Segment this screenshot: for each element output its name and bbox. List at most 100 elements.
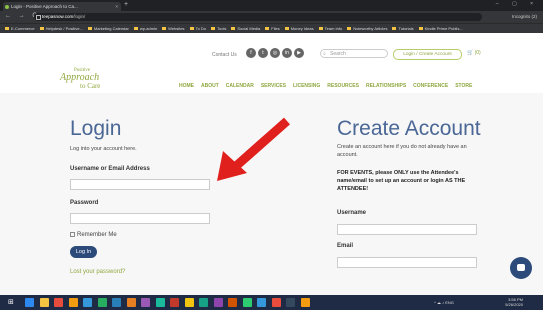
taskbar-app-icon[interactable] [228,298,237,307]
search-placeholder: Search [330,51,346,57]
window-controls[interactable]: – ▢ × [496,1,539,7]
taskbar-app-icon[interactable] [300,298,310,307]
taskbar-app-icon[interactable] [242,298,252,307]
chat-icon [517,264,525,271]
remember-checkbox[interactable] [70,232,75,237]
taskbar-app-icon[interactable] [213,298,223,307]
taskbar-app-icon[interactable] [39,298,49,307]
taskbar-app-icon[interactable] [257,298,266,307]
favicon-icon [5,4,9,9]
login-create-account-button[interactable]: Login / Create Account [393,49,462,60]
nav-item-services[interactable]: SERVICES [261,83,286,89]
taskbar-app-icon[interactable] [97,298,107,307]
search-input[interactable]: ⌕ Search [320,49,388,58]
taskbar-apps [25,298,315,309]
taskbar-app-icon[interactable] [286,298,295,307]
create-account-title: Create Account [337,117,481,140]
nav-item-about[interactable]: ABOUT [201,83,219,89]
create-email-field[interactable] [337,257,477,268]
taskbar-app-icon[interactable] [141,298,150,307]
username-field[interactable] [70,179,210,190]
address-bar-row: ← → C ⌂ teepasnow.com/login/ Incognito (… [0,11,543,23]
taskbar-app-icon[interactable] [112,298,121,307]
facebook-icon[interactable]: f [246,48,256,58]
lock-icon [36,15,41,20]
nav-item-conference[interactable]: CONFERENCE [413,83,448,89]
taskbar-app-icon[interactable] [271,298,281,307]
youtube-icon[interactable]: ▶ [294,48,304,58]
taskbar-app-icon[interactable] [83,298,92,307]
contact-us-link[interactable]: Contact Us [212,52,237,58]
create-username-field[interactable] [337,224,477,235]
browser-tab-bar: Login - Positive Approach to Ca... × + –… [0,0,543,11]
instagram-icon[interactable]: ◎ [270,48,280,58]
bookmark-label: Tools [217,26,227,31]
taskbar-app-icon[interactable] [25,298,34,307]
login-title: Login [70,117,122,140]
bookmark-folder-icon [162,27,167,31]
bookmark-folder-icon [231,27,236,31]
system-clock[interactable]: 3:56 PM 5/26/2020 [505,297,523,307]
username-label: Username or Email Address [70,166,150,172]
bookmark-label: Tutorials [398,26,414,31]
taskbar-app-icon[interactable] [68,298,78,307]
arrow-shaft [232,117,290,171]
bookmark-label: Noteworthy Articles [353,26,388,31]
profile-indicator[interactable]: Incognito (2) [512,13,537,21]
logo-line-3: to Care [80,82,101,90]
bookmark-label: Kindle Prime Publis... [424,26,463,31]
bookmark-folder-icon [5,27,9,31]
taskbar-app-icon[interactable] [126,298,136,307]
bookmark-folder-icon [211,27,216,31]
nav-item-relationships[interactable]: RELATIONSHIPS [366,83,406,89]
bookmark-label: wp-admin [139,26,158,31]
taskbar-app-icon[interactable] [184,298,194,307]
taskbar-app-icon[interactable] [199,298,208,307]
bookmark-folder-icon [133,27,138,31]
chat-widget-button[interactable] [510,257,532,279]
bookmark-folder-icon [418,27,423,31]
tab-title: Login - Positive Approach to Ca... [11,4,78,9]
linkedin-icon[interactable]: in [282,48,292,58]
create-account-description: Create an account here if you do not alr… [337,144,467,158]
site-logo[interactable]: Positive Approach to Care [60,68,100,90]
main-nav: HOME ABOUT CALENDAR SERVICES LICENSING RESOUR… [179,83,479,89]
log-in-button[interactable]: Log In [70,246,97,258]
cart-link[interactable]: 🛒 (0) [467,49,481,58]
nav-item-calendar[interactable]: CALENDAR [226,83,254,89]
twitter-icon[interactable]: t [258,48,268,58]
lost-password-link[interactable]: Lost your password? [70,269,125,275]
nav-item-resources[interactable]: RESOURCES [327,83,359,89]
remember-me[interactable]: Remember Me [70,232,117,238]
url-host: teepasnow.com [42,14,74,19]
bookmark-folder-icon [392,27,397,31]
url-bar[interactable]: teepasnow.com/login/ [34,13,482,21]
create-email-label: Email [337,243,354,249]
nav-item-home[interactable]: HOME [179,83,194,89]
bookmark-label: Social Media [237,26,261,31]
events-notice: FOR EVENTS, please ONLY use the Attendee… [337,170,466,192]
tray-icons[interactable]: ^ ☁ ♪ ENG [434,300,454,305]
tab-close-icon[interactable]: × [115,2,118,11]
taskbar-app-icon[interactable] [54,298,63,307]
new-tab-button[interactable]: + [124,1,128,8]
bookmark-label: Helpdesk / Positive... [45,26,83,31]
browser-tab[interactable]: Login - Positive Approach to Ca... × [3,2,121,11]
start-button[interactable]: ⊞ [8,299,14,306]
nav-item-store[interactable]: STORE [455,83,472,89]
bookmark-label: Files [271,26,280,31]
bookmark-folder-icon [318,27,323,31]
bookmark-label: Marketing Calendar [93,26,129,31]
taskbar-app-icon[interactable] [155,298,165,307]
bookmark-folder-icon [265,27,270,31]
login-subtitle: Log into your account here. [70,146,137,152]
nav-item-licensing[interactable]: LICENSING [293,83,320,89]
red-arrow-annotation [217,117,290,181]
password-field[interactable] [70,213,210,224]
create-username-label: Username [337,210,367,216]
url-path: /login/ [73,14,86,19]
password-label: Password [70,200,99,206]
taskbar-app-icon[interactable] [170,298,179,307]
search-icon: ⌕ [323,51,326,57]
bookmark-label: E-Commerce [11,26,35,31]
